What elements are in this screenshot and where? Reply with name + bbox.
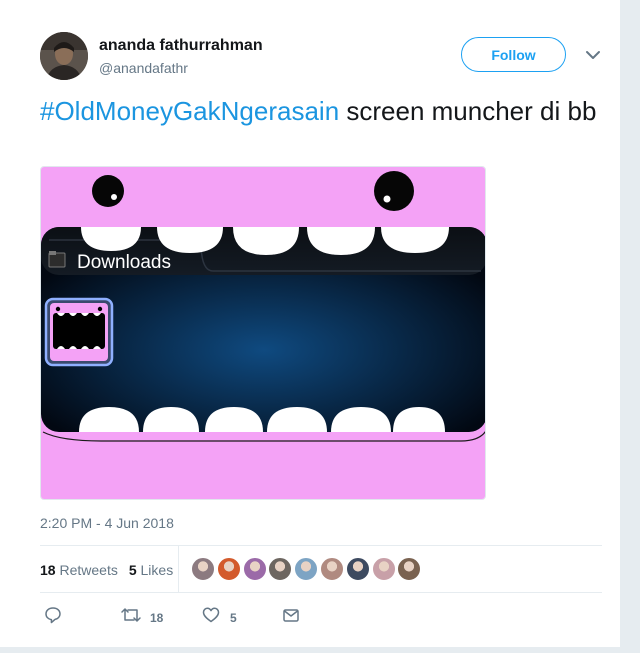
heart-icon xyxy=(202,607,220,623)
liker-avatar[interactable] xyxy=(397,557,422,581)
liker-avatar[interactable] xyxy=(320,557,344,581)
chevron-down-icon[interactable] xyxy=(584,46,602,64)
stats-separator xyxy=(178,546,179,592)
tweet-header: ananda fathurrahman @anandafathr Follow xyxy=(40,32,610,84)
retweet-action-count: 18 xyxy=(150,611,164,625)
tweet-stats: 18 Retweets 5 Likes xyxy=(40,562,173,578)
reply-icon xyxy=(45,607,61,624)
likes-count: 5 xyxy=(128,562,137,578)
right-eye xyxy=(374,171,414,211)
left-eye xyxy=(92,175,124,207)
hashtag-link[interactable]: #OldMoneyGakNgerasain xyxy=(40,96,339,126)
author-handle[interactable]: @anandafathr xyxy=(99,60,188,76)
tweet-text: #OldMoneyGakNgerasain screen muncher di … xyxy=(40,95,610,128)
liker-avatar[interactable] xyxy=(345,557,370,581)
envelope-icon xyxy=(283,609,299,622)
liker-avatar[interactable] xyxy=(294,557,319,581)
likes-label: Likes xyxy=(140,562,174,578)
retweets-stat[interactable]: 18 Retweets xyxy=(40,562,118,578)
retweet-icon xyxy=(121,608,141,622)
author-name[interactable]: ananda fathurrahman xyxy=(99,37,263,55)
liker-avatar[interactable] xyxy=(371,557,396,581)
follow-button[interactable]: Follow xyxy=(461,37,566,72)
liker-avatar[interactable] xyxy=(242,557,267,581)
tweet-media[interactable]: Downloads xyxy=(40,166,486,500)
liker-avatar[interactable] xyxy=(268,557,293,581)
likes-stat[interactable]: 5 Likes xyxy=(129,562,173,578)
folder-label: Downloads xyxy=(77,252,171,273)
liker-avatar[interactable] xyxy=(191,557,215,581)
retweets-count: 18 xyxy=(40,562,56,578)
avatar[interactable] xyxy=(40,32,88,80)
like-action-count: 5 xyxy=(230,611,237,625)
tweet-actions: 18 5 xyxy=(40,604,340,628)
retweets-label: Retweets xyxy=(59,562,118,578)
divider xyxy=(40,592,602,593)
tweet-text-body: screen muncher di bb xyxy=(339,96,597,126)
screen-muncher-image: Downloads xyxy=(41,167,485,499)
tweet-timestamp[interactable]: 2:20 PM - 4 Jun 2018 xyxy=(40,515,174,531)
folder-icon xyxy=(48,252,66,268)
divider xyxy=(40,545,602,546)
liker-avatar[interactable] xyxy=(216,557,241,581)
tweet-card: ananda fathurrahman @anandafathr Follow … xyxy=(0,0,620,647)
